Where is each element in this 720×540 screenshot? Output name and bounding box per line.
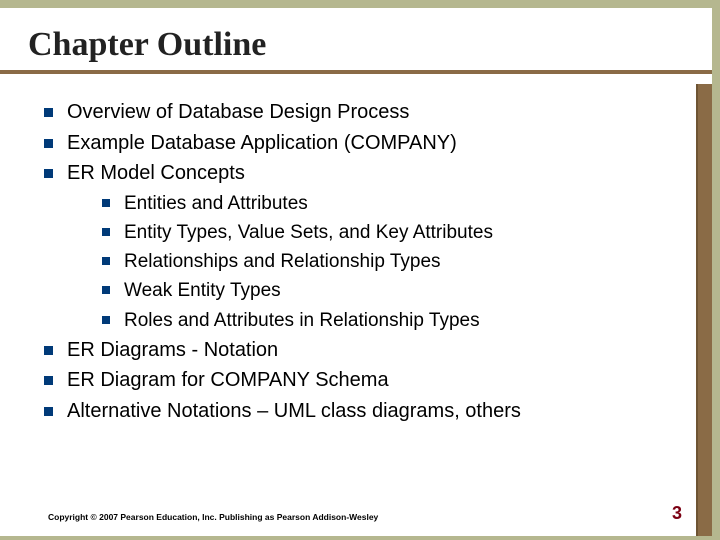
bullet-icon bbox=[44, 169, 53, 178]
copyright-footer: Copyright © 2007 Pearson Education, Inc.… bbox=[48, 512, 378, 522]
content: Overview of Database Design Process Exam… bbox=[0, 74, 712, 426]
item-text: Weak Entity Types bbox=[124, 278, 281, 304]
list-item: Example Database Application (COMPANY) bbox=[44, 130, 672, 158]
list-item: ER Model Concepts bbox=[44, 160, 672, 188]
item-text: Relationships and Relationship Types bbox=[124, 249, 441, 275]
list-item: Alternative Notations – UML class diagra… bbox=[44, 398, 672, 426]
list-item: Overview of Database Design Process bbox=[44, 99, 672, 127]
item-text: Entities and Attributes bbox=[124, 191, 308, 217]
bullet-icon bbox=[44, 346, 53, 355]
title-block: Chapter Outline bbox=[0, 8, 712, 74]
bullet-icon bbox=[102, 199, 110, 207]
list-item: ER Diagrams - Notation bbox=[44, 337, 672, 365]
page-number: 3 bbox=[672, 503, 682, 524]
bullet-icon bbox=[102, 286, 110, 294]
list-subitem: Weak Entity Types bbox=[102, 278, 672, 304]
item-text: ER Diagram for COMPANY Schema bbox=[67, 367, 389, 395]
item-text: Example Database Application (COMPANY) bbox=[67, 130, 457, 158]
list-item: ER Diagram for COMPANY Schema bbox=[44, 367, 672, 395]
item-text: ER Diagrams - Notation bbox=[67, 337, 278, 365]
item-text: Entity Types, Value Sets, and Key Attrib… bbox=[124, 220, 493, 246]
accent-bar bbox=[696, 84, 712, 536]
bullet-icon bbox=[102, 257, 110, 265]
bullet-icon bbox=[44, 407, 53, 416]
bullet-icon bbox=[44, 139, 53, 148]
list-subitem: Entities and Attributes bbox=[102, 191, 672, 217]
bullet-icon bbox=[102, 316, 110, 324]
list-subitem: Entity Types, Value Sets, and Key Attrib… bbox=[102, 220, 672, 246]
list-subitem: Roles and Attributes in Relationship Typ… bbox=[102, 308, 672, 334]
bullet-icon bbox=[44, 376, 53, 385]
item-text: ER Model Concepts bbox=[67, 160, 245, 188]
slide-title: Chapter Outline bbox=[28, 26, 712, 64]
item-text: Overview of Database Design Process bbox=[67, 99, 409, 127]
list-subitem: Relationships and Relationship Types bbox=[102, 249, 672, 275]
bullet-icon bbox=[44, 108, 53, 117]
slide: Chapter Outline Overview of Database Des… bbox=[0, 8, 712, 536]
item-text: Roles and Attributes in Relationship Typ… bbox=[124, 308, 480, 334]
bullet-icon bbox=[102, 228, 110, 236]
item-text: Alternative Notations – UML class diagra… bbox=[67, 398, 521, 426]
